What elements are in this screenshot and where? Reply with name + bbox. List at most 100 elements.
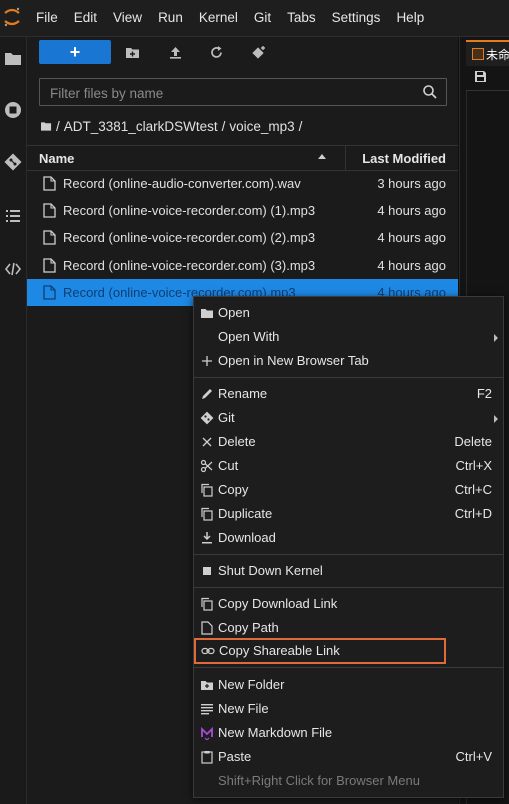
file-modified: 3 hours ago — [377, 176, 446, 191]
file-icon — [43, 285, 56, 300]
menu-git[interactable]: Git — [246, 0, 279, 36]
upload-icon[interactable] — [164, 41, 186, 63]
column-name-header[interactable]: Name — [39, 151, 74, 166]
submenu-arrow-icon — [494, 415, 498, 423]
menu-help[interactable]: Help — [388, 0, 432, 36]
breadcrumb-separator: / — [298, 118, 303, 134]
menu-new-markdown[interactable]: New Markdown File — [194, 721, 503, 745]
file-row[interactable]: Record (online-voice-recorder.com) (3).m… — [27, 252, 458, 279]
folder-icon — [200, 306, 214, 320]
menu-new-folder[interactable]: New Folder — [194, 673, 503, 697]
menu-duplicate[interactable]: Duplicate Ctrl+D — [194, 502, 503, 526]
menu-view[interactable]: View — [105, 0, 150, 36]
clipboard-icon — [200, 750, 214, 764]
link-icon — [201, 644, 215, 658]
toc-icon[interactable] — [0, 203, 26, 229]
menu-copy[interactable]: Copy Ctrl+C — [194, 478, 503, 502]
text-file-icon — [200, 702, 214, 716]
breadcrumb: / ADT_3381_clarkDSWtest / voice_mp3 / — [41, 117, 306, 135]
menu-copy-shareable-link[interactable]: Copy Shareable Link — [194, 638, 446, 664]
duplicate-icon — [200, 507, 214, 521]
search-icon — [423, 85, 437, 99]
home-folder-icon[interactable] — [41, 121, 52, 131]
tab-untitled[interactable]: 未命 — [466, 40, 509, 66]
file-modified: 4 hours ago — [377, 258, 446, 273]
breadcrumb-separator: / — [56, 118, 60, 134]
menu-open-with[interactable]: Open With — [194, 325, 503, 349]
menu-shutdown-kernel[interactable]: Shut Down Kernel — [194, 559, 503, 583]
file-icon — [43, 203, 56, 218]
file-name: Record (online-voice-recorder.com) (2).m… — [63, 230, 316, 245]
menu-delete[interactable]: Delete Delete — [194, 430, 503, 454]
pencil-icon — [200, 387, 214, 401]
close-icon — [200, 435, 214, 449]
download-icon — [200, 531, 214, 545]
scissors-icon — [200, 459, 214, 473]
new-folder-icon[interactable] — [121, 41, 143, 63]
menu-settings[interactable]: Settings — [324, 0, 389, 36]
notebook-icon — [472, 48, 484, 60]
code-extension-icon[interactable] — [0, 256, 26, 282]
copy-icon — [200, 597, 214, 611]
column-modified-header[interactable]: Last Modified — [362, 151, 446, 166]
tab-title: 未命 — [486, 48, 509, 62]
menu-paste[interactable]: Paste Ctrl+V — [194, 745, 503, 769]
menu-separator — [194, 667, 503, 668]
sort-ascending-icon — [318, 154, 326, 159]
menu-cut[interactable]: Cut Ctrl+X — [194, 454, 503, 478]
menu-git[interactable]: Git — [194, 406, 503, 430]
refresh-icon[interactable] — [205, 41, 227, 63]
file-row[interactable]: Record (online-voice-recorder.com) (2).m… — [27, 224, 458, 251]
breadcrumb-separator: / — [221, 118, 226, 134]
folder-icon[interactable] — [0, 45, 26, 71]
file-browser-toolbar: + — [27, 37, 458, 73]
context-menu: Open Open With Open in New Browser Tab R… — [193, 296, 504, 798]
git-icon[interactable] — [0, 149, 26, 175]
filter-files-field — [39, 78, 447, 107]
submenu-arrow-icon — [494, 334, 498, 342]
running-icon[interactable] — [0, 97, 26, 123]
menu-open[interactable]: Open — [194, 301, 503, 325]
menu-kernel[interactable]: Kernel — [191, 0, 246, 36]
file-modified: 4 hours ago — [377, 203, 446, 218]
menu-browser-hint: Shift+Right Click for Browser Menu — [218, 773, 420, 788]
menu-copy-path[interactable]: Copy Path — [194, 616, 503, 640]
menu-open-new-tab[interactable]: Open in New Browser Tab — [194, 349, 503, 373]
markdown-icon — [200, 726, 214, 740]
column-divider[interactable] — [345, 146, 346, 170]
menu-new-file[interactable]: New File — [194, 697, 503, 721]
menu-download[interactable]: Download — [194, 526, 503, 550]
file-name: Record (online-voice-recorder.com) (3).m… — [63, 258, 316, 273]
new-launcher-button[interactable]: + — [39, 40, 111, 64]
menu-separator — [194, 377, 503, 378]
menu-separator — [194, 554, 503, 555]
plus-icon: + — [69, 42, 81, 62]
file-name: Record (online-audio-converter.com).wav — [63, 176, 301, 191]
file-icon — [43, 230, 56, 245]
git-clone-icon[interactable] — [247, 41, 269, 63]
breadcrumb-item[interactable]: voice_mp3 — [229, 119, 294, 134]
new-folder-icon — [200, 678, 214, 692]
file-row[interactable]: Record (online-audio-converter.com).wav … — [27, 170, 458, 197]
file-row[interactable]: Record (online-voice-recorder.com) (1).m… — [27, 197, 458, 224]
menu-tabs[interactable]: Tabs — [279, 0, 324, 36]
copy-icon — [200, 483, 214, 497]
file-name: Record (online-voice-recorder.com) (1).m… — [63, 203, 316, 218]
menu-file[interactable]: File — [28, 0, 66, 36]
plus-icon — [200, 354, 214, 368]
stop-icon — [200, 564, 214, 578]
save-icon[interactable] — [474, 70, 487, 83]
menu-copy-download-link[interactable]: Copy Download Link — [194, 592, 503, 616]
activity-bar — [0, 37, 27, 804]
menu-edit[interactable]: Edit — [66, 0, 105, 36]
file-icon — [43, 258, 56, 273]
file-icon — [43, 176, 56, 191]
menu-run[interactable]: Run — [150, 0, 191, 36]
menu-rename[interactable]: Rename F2 — [194, 382, 503, 406]
jupyter-logo-icon — [2, 6, 22, 28]
file-list-header: Name Last Modified — [27, 145, 458, 171]
filter-files-input[interactable] — [48, 79, 422, 107]
file-modified: 4 hours ago — [377, 230, 446, 245]
menu-separator — [194, 587, 503, 588]
breadcrumb-item[interactable]: ADT_3381_clarkDSWtest — [64, 119, 218, 134]
